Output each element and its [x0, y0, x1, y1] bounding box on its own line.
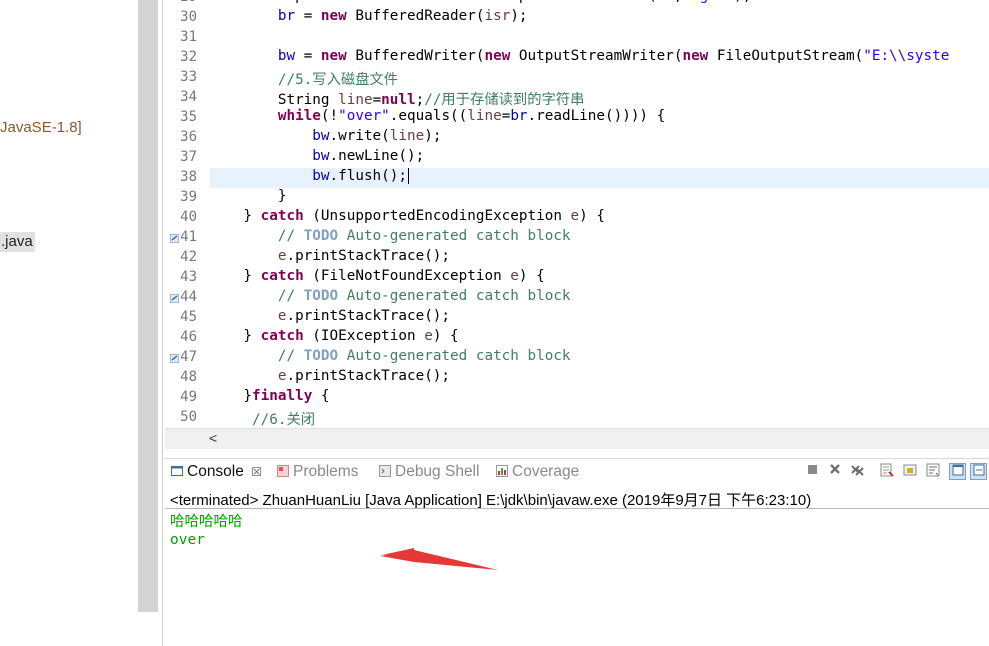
line-number: 48: [180, 369, 197, 385]
tab-problems[interactable]: Problems: [277, 463, 358, 481]
console-view[interactable]: <terminated> ZhuanHuanLiu [Java Applicat…: [165, 486, 989, 646]
line-number: 29: [177, 0, 197, 5]
annotation-arrow-icon: [380, 548, 498, 570]
code-line: e.printStackTrace();: [277, 368, 451, 384]
panel-divider: [162, 0, 163, 646]
line-number: 46: [180, 329, 197, 345]
code-line: bw.newLine();: [312, 148, 425, 164]
scroll-left-arrow-icon[interactable]: <: [209, 430, 217, 446]
tab-console-label: Console: [187, 463, 244, 480]
line-number: 40: [180, 209, 197, 225]
code-line: bw.write(line);: [312, 128, 442, 144]
line-number: 50: [180, 409, 197, 425]
code-line: while(!"over".equals((line=br.readLine()…: [277, 108, 666, 124]
display-selected-console-icon[interactable]: [970, 463, 987, 480]
line-number: 43: [180, 269, 197, 285]
tab-debug-shell-label: Debug Shell: [395, 463, 480, 480]
code-line: //6.关闭: [252, 412, 316, 428]
tab-console[interactable]: Console ☒: [171, 463, 262, 481]
remove-all-terminated-icon[interactable]: [849, 463, 864, 478]
code-line: // TODO Auto-generated catch block: [277, 228, 571, 244]
console-output-line: over: [170, 532, 205, 548]
line-number: 33: [180, 69, 197, 85]
code-line: InputStreamReader isr=new InputStreamRea…: [209, 0, 751, 4]
console-icon: [171, 466, 183, 476]
selected-java-file[interactable]: .java: [0, 232, 35, 252]
line-number: 45: [180, 309, 197, 325]
code-line: } catch (FileNotFoundException e) {: [209, 268, 545, 284]
tab-debug-shell[interactable]: Debug Shell: [379, 463, 479, 481]
tab-problems-label: Problems: [293, 463, 359, 480]
line-number: 49: [180, 389, 197, 405]
console-output-line: 哈哈哈哈哈: [170, 514, 243, 530]
line-number: 36: [180, 129, 197, 145]
code-line: } catch (UnsupportedEncodingException e)…: [209, 208, 605, 224]
editor-horizontal-scrollbar[interactable]: <: [165, 428, 989, 449]
bottom-panel-tabs: Console ☒ Problems Debug Shell Coverage: [165, 458, 989, 487]
editor-ruler: [165, 0, 177, 428]
task-marker-icon[interactable]: [170, 294, 179, 303]
jre-library-item[interactable]: JavaSE-1.8]: [0, 119, 82, 136]
package-explorer: JavaSE-1.8] .java: [0, 0, 138, 646]
clear-console-icon[interactable]: [879, 463, 894, 478]
code-line: // TODO Auto-generated catch block: [277, 348, 571, 364]
code-line: } catch (IOException e) {: [209, 328, 459, 344]
problems-icon: [277, 465, 289, 477]
code-line: }finally {: [209, 388, 330, 404]
code-editor[interactable]: 29 30 31 32 33 34 35 36 37 38 39 40 41 4…: [165, 0, 989, 428]
coverage-icon: [496, 465, 508, 477]
close-tab-icon[interactable]: ☒: [251, 465, 262, 479]
line-number: 41: [180, 229, 197, 245]
tab-coverage[interactable]: Coverage: [496, 463, 579, 481]
line-number: 31: [180, 29, 197, 45]
console-header-divider: [165, 508, 989, 509]
annotation-arrow-shaft: [380, 550, 498, 570]
code-line: //5.写入磁盘文件: [277, 72, 399, 88]
task-marker-icon[interactable]: [170, 234, 179, 243]
code-line: e.printStackTrace();: [277, 308, 451, 324]
line-number: 47: [180, 349, 197, 365]
line-number: 35: [180, 109, 197, 125]
line-number: 37: [180, 149, 197, 165]
code-line: bw.flush();: [312, 168, 409, 184]
line-number: 34: [180, 89, 197, 105]
debug-shell-icon: [379, 465, 391, 477]
code-line: br = new BufferedReader(isr);: [277, 8, 528, 24]
tab-coverage-label: Coverage: [512, 463, 580, 480]
line-number: 44: [180, 289, 197, 305]
task-marker-icon[interactable]: [170, 354, 179, 363]
code-line: // TODO Auto-generated catch block: [277, 288, 571, 304]
explorer-scrollbar[interactable]: [138, 0, 158, 612]
terminate-icon[interactable]: [805, 463, 820, 478]
scroll-lock-icon[interactable]: [902, 463, 917, 478]
code-line: e.printStackTrace();: [277, 248, 451, 264]
console-launch-description: <terminated> ZhuanHuanLiu [Java Applicat…: [170, 492, 812, 509]
code-line: bw = new BufferedWriter(new OutputStream…: [277, 48, 950, 64]
line-number: 42: [180, 249, 197, 265]
line-number: 30: [180, 9, 197, 25]
line-number: 38: [180, 169, 197, 185]
pin-console-icon[interactable]: [949, 463, 966, 480]
code-line: String line=null;//用于存储读到的字符串: [209, 92, 585, 108]
line-number: 32: [180, 49, 197, 65]
word-wrap-icon[interactable]: [925, 463, 940, 478]
line-number: 39: [180, 189, 197, 205]
code-line: }: [209, 188, 287, 204]
remove-launch-icon[interactable]: [827, 463, 842, 478]
